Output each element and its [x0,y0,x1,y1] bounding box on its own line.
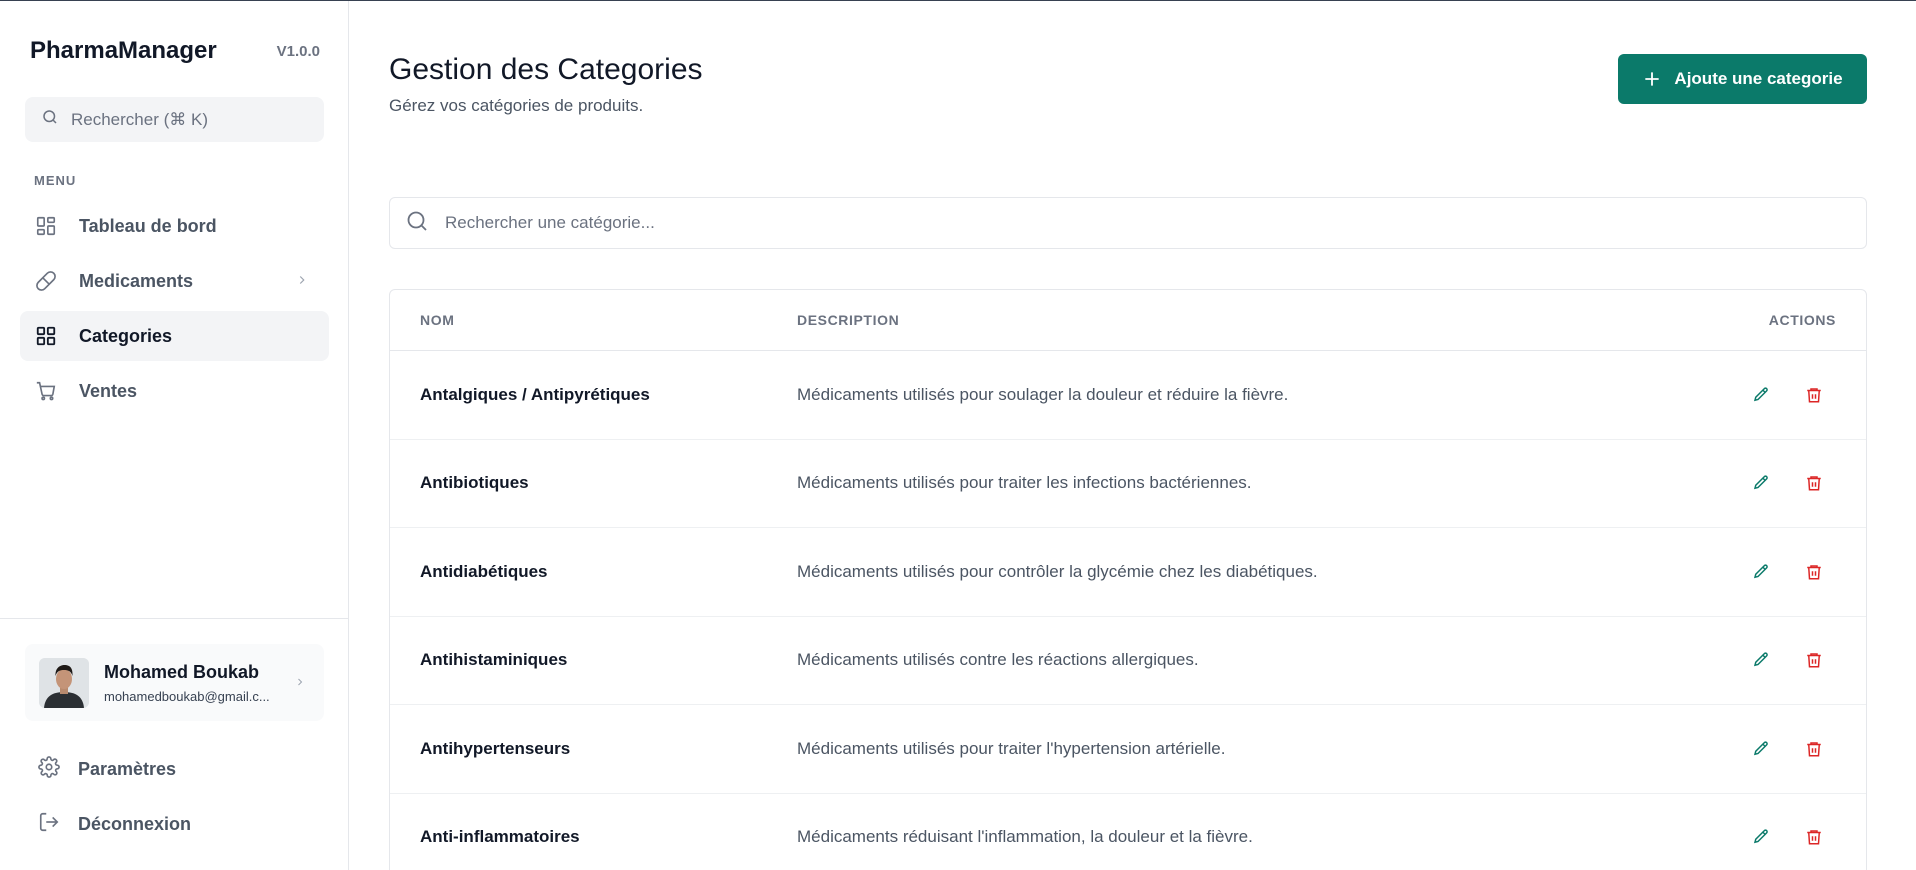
sidebar-item-medicaments[interactable]: Medicaments [20,256,329,306]
pencil-icon [1753,829,1768,844]
delete-button[interactable] [1803,384,1825,406]
settings-label: Paramètres [78,759,177,779]
sidebar-item-label: Ventes [79,380,138,401]
sidebar-nav: Tableau de bord Medicaments Categories V… [20,201,329,421]
trash-icon [1807,388,1821,403]
menu-label: MENU [34,173,77,188]
trash-icon [1807,565,1821,580]
row-actions [1750,561,1825,583]
search-icon [41,108,59,131]
edit-button[interactable] [1750,561,1772,583]
row-actions [1750,826,1825,848]
categories-table: NOM DESCRIPTION ACTIONS Antalgiques / An… [389,289,1867,870]
sidebar-item-categories[interactable]: Categories [20,311,329,361]
avatar [39,657,89,708]
header-actions: ACTIONS [1768,312,1836,328]
user-card[interactable]: Mohamed Boukab mohamedboukab@gmail.c... [25,644,324,721]
table-body: Antalgiques / Antipyrétiques Médicaments… [390,351,1866,870]
plus-icon [1645,72,1660,86]
user-email: mohamedboukab@gmail.c... [104,688,270,704]
settings-link[interactable]: Paramètres [38,756,176,783]
edit-button[interactable] [1750,384,1772,406]
sidebar-item-label: Tableau de bord [79,215,217,236]
sidebar-item-label: Categories [79,325,173,346]
header-description: DESCRIPTION [797,312,900,328]
category-search[interactable] [389,197,1867,249]
sidebar-item-ventes[interactable]: Ventes [20,366,329,416]
brand-name: PharmaManager [30,37,217,64]
category-name: Antihypertenseurs [420,738,571,758]
sidebar-search[interactable] [25,97,324,142]
trash-icon [1807,830,1821,845]
category-description: Médicaments utilisés pour contrôler la g… [797,561,1318,581]
delete-button[interactable] [1803,561,1825,583]
pencil-icon [1753,564,1768,579]
table-row: Anti-inflammatoires Médicaments réduisan… [390,794,1866,870]
logout-icon [38,811,78,838]
sidebar-item-label: Medicaments [79,270,194,291]
user-name: Mohamed Boukab [104,661,260,682]
pencil-icon [1753,741,1768,756]
trash-icon [1807,742,1821,757]
logout-label: Déconnexion [78,814,192,834]
category-name: Antihistaminiques [420,650,568,670]
pill-icon [35,270,57,292]
search-icon [405,209,429,238]
table-row: Antihypertenseurs Médicaments utilisés p… [390,705,1866,794]
page-title: Gestion des Categories [389,53,703,86]
row-actions [1750,384,1825,406]
pencil-icon [1753,387,1768,402]
category-description: Médicaments utilisés pour soulager la do… [797,384,1289,404]
category-description: Médicaments utilisés pour traiter les in… [797,473,1252,493]
app: PharmaManager V1.0.0 MENU Tableau de bor… [0,1,1916,870]
table-header: NOM DESCRIPTION ACTIONS [390,290,1866,351]
table-row: Antidiabétiques Médicaments utilisés pou… [390,528,1866,617]
row-actions [1750,472,1825,494]
edit-button[interactable] [1750,826,1772,848]
sidebar-search-input[interactable] [71,109,311,130]
dashboard-icon [35,215,57,237]
chevron-right-icon [298,678,303,686]
category-description: Médicaments utilisés pour traiter l'hype… [797,738,1226,758]
pencil-icon [1753,652,1768,667]
delete-button[interactable] [1803,649,1825,671]
add-category-button[interactable]: Ajoute une categorie [1618,54,1867,104]
sidebar: PharmaManager V1.0.0 MENU Tableau de bor… [0,1,349,870]
grid-icon [35,325,57,347]
delete-button[interactable] [1803,472,1825,494]
brand: PharmaManager V1.0.0 [30,37,320,65]
sidebar-item-dashboard[interactable]: Tableau de bord [20,201,329,251]
trash-icon [1807,476,1821,491]
category-name: Antalgiques / Antipyrétiques [420,384,650,404]
category-name: Antibiotiques [420,473,529,493]
category-description: Médicaments réduisant l'inflammation, la… [797,827,1253,847]
delete-button[interactable] [1803,738,1825,760]
table-row: Antibiotiques Médicaments utilisés pour … [390,440,1866,528]
delete-button[interactable] [1803,826,1825,848]
category-name: Anti-inflammatoires [420,827,580,847]
sidebar-divider [0,618,349,619]
category-name: Antidiabétiques [420,561,548,581]
category-description: Médicaments utilisés contre les réaction… [797,650,1199,670]
main-content: Gestion des Categories Gérez vos catégor… [349,1,1916,870]
trash-icon [1807,653,1821,668]
logout-link[interactable]: Déconnexion [38,811,191,838]
user-info: Mohamed Boukab mohamedboukab@gmail.c... [104,662,270,704]
edit-button[interactable] [1750,472,1772,494]
add-category-label: Ajoute une categorie [1674,69,1843,88]
version-badge: V1.0.0 [276,42,320,60]
table-row: Antihistaminiques Médicaments utilisés c… [390,617,1866,705]
page-subtitle: Gérez vos catégories de produits. [389,96,644,115]
row-actions [1750,649,1825,671]
cart-icon [35,380,57,402]
row-actions [1750,738,1825,760]
pencil-icon [1753,475,1768,490]
category-search-input[interactable] [445,213,1745,233]
table-row: Antalgiques / Antipyrétiques Médicaments… [390,351,1866,440]
edit-button[interactable] [1750,738,1772,760]
edit-button[interactable] [1750,649,1772,671]
gear-icon [38,756,78,783]
chevron-right-icon [299,276,305,284]
header-nom: NOM [420,312,455,328]
